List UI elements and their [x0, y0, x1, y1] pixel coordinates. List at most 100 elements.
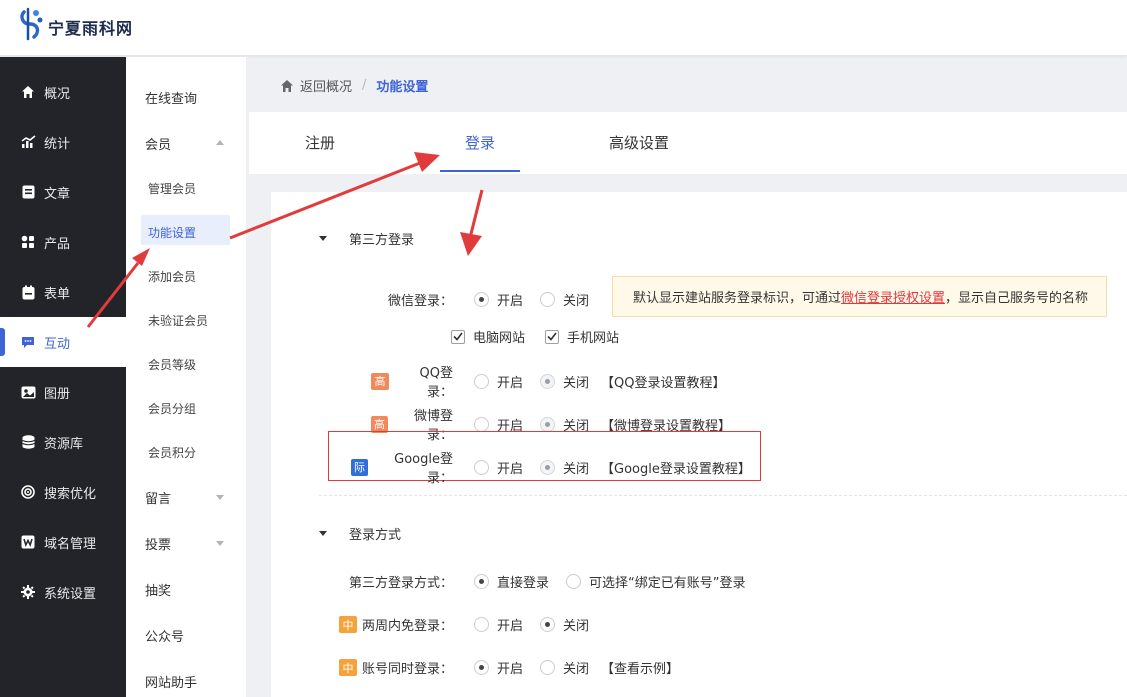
nav-item-settings[interactable]: 系统设置 — [0, 567, 126, 617]
section-login-mode[interactable]: 登录方式 — [319, 524, 401, 543]
subnav-item-unverified-members[interactable]: 未验证会员 — [126, 298, 246, 342]
subnav-item-manage-members[interactable]: 管理会员 — [126, 166, 246, 210]
w-icon — [20, 534, 36, 550]
option-label: 直接登录 — [497, 576, 550, 591]
view-example-link[interactable]: 【查看示例】 — [601, 658, 679, 677]
subnav-item-function-settings[interactable]: 功能设置 — [126, 210, 246, 254]
premium-badge: 高 — [371, 372, 389, 390]
wechat-off-radio[interactable]: 关闭 — [540, 290, 589, 309]
pc-site-checkbox[interactable]: 电脑网站 — [451, 327, 525, 346]
subnav-item-member-groups[interactable]: 会员分组 — [126, 386, 246, 430]
subnav-item-site-assistant[interactable]: 网站助手 — [126, 658, 246, 697]
home-icon[interactable] — [280, 79, 294, 93]
google-tutorial-link[interactable]: 【Google登录设置教程】 — [601, 458, 751, 477]
label-text: QQ登录： — [419, 366, 453, 400]
bind-account-login-radio[interactable]: 可选择“绑定已有账号”登录 — [566, 572, 746, 591]
option-label: 开启 — [497, 662, 524, 677]
simultaneous-off-radio[interactable]: 关闭 — [540, 658, 589, 677]
subnav-item-member-levels[interactable]: 会员等级 — [126, 342, 246, 386]
sub-nav: 在线查询 会员 管理会员 功能设置 添加会员 未验证会员 会员等级 会员分组 会… — [126, 57, 246, 697]
radio-icon — [540, 373, 556, 389]
subnav-label: 会员分组 — [148, 401, 197, 416]
google-login-label: 际 Google登录： — [351, 448, 453, 486]
breadcrumb-back-link[interactable]: 返回概况 — [300, 76, 352, 95]
nav-label: 概况 — [44, 86, 71, 102]
subnav-item-add-member[interactable]: 添加会员 — [126, 254, 246, 298]
subnav-label: 公众号 — [145, 629, 185, 645]
qq-tutorial-link[interactable]: 【QQ登录设置教程】 — [601, 372, 725, 391]
subnav-group-messages[interactable]: 留言 — [126, 474, 246, 520]
subnav-item-official-account[interactable]: 公众号 — [126, 612, 246, 658]
subnav-item-online-query[interactable]: 在线查询 — [126, 74, 246, 120]
subnav-group-members[interactable]: 会员 — [126, 120, 246, 166]
radio-icon — [540, 617, 556, 632]
tab-label: 登录 — [464, 133, 495, 152]
tab-bar: 注册 登录 高级设置 — [249, 112, 1127, 174]
wechat-notice: 默认显示建站服务登录标识，可通过 微信登录授权设置 ，显示自己服务号的名称 — [612, 276, 1107, 317]
section-divider — [319, 495, 1127, 496]
breadcrumb: 返回概况 / 功能设置 — [280, 76, 428, 95]
nav-item-gallery[interactable]: 图册 — [0, 367, 126, 417]
tab-label: 注册 — [304, 133, 335, 152]
brand-logo[interactable]: 宁夏雨科网 — [18, 6, 133, 42]
wechat-on-radio[interactable]: 开启 — [474, 290, 523, 309]
qq-off-radio[interactable]: 关闭 — [540, 372, 589, 391]
subnav-group-voting[interactable]: 投票 — [126, 520, 246, 566]
radio-icon — [540, 459, 556, 475]
nav-item-resources[interactable]: 资源库 — [0, 417, 126, 467]
two-weeks-on-radio[interactable]: 开启 — [474, 615, 523, 634]
nav-item-overview[interactable]: 概况 — [0, 67, 126, 117]
radio-icon — [540, 660, 556, 675]
nav-item-stats[interactable]: 统计 — [0, 117, 126, 167]
chevron-down-icon — [216, 495, 224, 500]
simultaneous-on-radio[interactable]: 开启 — [474, 658, 523, 677]
nav-label: 资源库 — [44, 436, 84, 452]
option-label: 关闭 — [563, 375, 590, 391]
nav-item-domain[interactable]: 域名管理 — [0, 517, 126, 567]
google-login-row: 际 Google登录： 开启 关闭 【Google登录设置教程】 — [351, 448, 751, 486]
two-weeks-off-radio[interactable]: 关闭 — [540, 615, 589, 634]
international-badge: 际 — [351, 458, 368, 476]
google-on-radio[interactable]: 开启 — [474, 458, 523, 477]
clipboard-icon — [20, 284, 36, 300]
section-third-party-login[interactable]: 第三方登录 — [319, 229, 414, 248]
home-icon — [20, 84, 36, 100]
active-indicator — [0, 328, 5, 356]
tab-label: 高级设置 — [608, 133, 669, 152]
nav-item-articles[interactable]: 文章 — [0, 167, 126, 217]
subnav-label: 未验证会员 — [148, 313, 209, 328]
qq-on-radio[interactable]: 开启 — [474, 372, 523, 391]
option-label: 开启 — [497, 461, 524, 477]
radio-icon — [474, 292, 489, 307]
label-text: 账号同时登录： — [361, 662, 453, 677]
subnav-label: 留言 — [145, 491, 172, 507]
option-label: 开启 — [497, 619, 524, 634]
option-label: 关闭 — [563, 619, 590, 634]
nav-item-products[interactable]: 产品 — [0, 217, 126, 267]
tab-register[interactable]: 注册 — [282, 112, 358, 172]
wechat-login-label: 微信登录： — [387, 294, 453, 309]
subnav-label: 在线查询 — [145, 91, 198, 107]
nav-item-interact[interactable]: 互动 — [0, 317, 126, 367]
direct-login-radio[interactable]: 直接登录 — [474, 572, 549, 591]
tab-advanced-settings[interactable]: 高级设置 — [595, 112, 683, 172]
wechat-auth-settings-link[interactable]: 微信登录授权设置 — [841, 287, 945, 306]
radio-icon — [566, 574, 582, 589]
notice-text: 默认显示建站服务登录标识，可通过 — [633, 291, 842, 306]
tab-login[interactable]: 登录 — [440, 112, 520, 172]
nav-label: 文章 — [44, 186, 71, 202]
nav-label: 搜索优化 — [44, 486, 97, 502]
brand-name: 宁夏雨科网 — [48, 19, 134, 38]
nav-item-forms[interactable]: 表单 — [0, 267, 126, 317]
nav-item-seo[interactable]: 搜索优化 — [0, 467, 126, 517]
subnav-item-lottery[interactable]: 抽奖 — [126, 566, 246, 612]
subnav-item-member-points[interactable]: 会员积分 — [126, 430, 246, 474]
mobile-site-checkbox[interactable]: 手机网站 — [545, 327, 619, 346]
wechat-login-row: 微信登录： 开启 关闭 — [371, 290, 589, 309]
image-icon — [20, 384, 36, 400]
google-off-radio[interactable]: 关闭 — [540, 458, 589, 477]
option-label: 关闭 — [563, 662, 590, 677]
section-title: 第三方登录 — [349, 233, 415, 248]
option-label: 可选择“绑定已有账号”登录 — [589, 576, 746, 591]
breadcrumb-separator: / — [362, 78, 367, 93]
